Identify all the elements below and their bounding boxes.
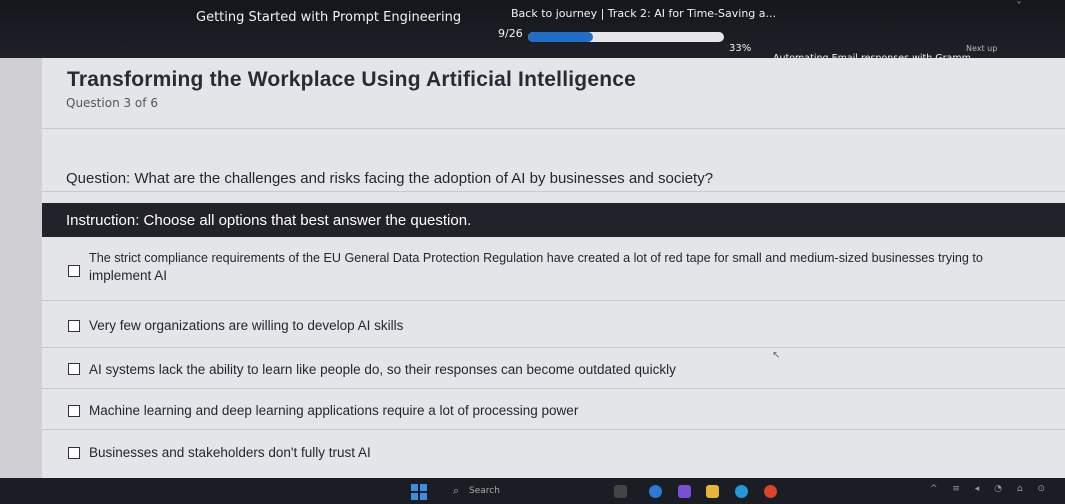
course-title[interactable]: Getting Started with Prompt Engineering xyxy=(196,10,461,25)
search-icon: ⌕ xyxy=(453,484,460,497)
instruction-banner: Instruction: Choose all options that bes… xyxy=(42,203,1065,237)
system-tray[interactable]: ^ ≡ ◂ ◔ ⌂ ⊙ xyxy=(930,484,1051,494)
option-label: AI systems lack the ability to learn lik… xyxy=(89,362,676,377)
question-text: Question: What are the challenges and ri… xyxy=(66,170,714,187)
option-label: Businesses and stakeholders don't fully … xyxy=(89,445,371,460)
app-icon[interactable] xyxy=(678,485,691,498)
option-checkbox[interactable] xyxy=(68,447,80,459)
option-checkbox[interactable] xyxy=(68,363,80,375)
answer-option[interactable]: Very few organizations are willing to de… xyxy=(42,301,1065,348)
option-checkbox[interactable] xyxy=(68,265,80,277)
option-label: Machine learning and deep learning appli… xyxy=(89,403,579,418)
answer-option[interactable]: Machine learning and deep learning appli… xyxy=(42,389,1065,430)
file-explorer-icon[interactable] xyxy=(706,485,719,498)
edge-browser-icon[interactable] xyxy=(649,485,662,498)
answer-option[interactable]: The strict compliance requirements of th… xyxy=(42,237,1065,301)
task-view-icon[interactable] xyxy=(614,485,627,498)
progress-bar-fill xyxy=(528,32,593,42)
progress-percent: 33% xyxy=(729,43,752,54)
app-icon[interactable] xyxy=(735,485,748,498)
progress-count: 9/26 xyxy=(498,27,523,40)
taskbar-search[interactable]: ⌕ Search xyxy=(443,482,603,500)
instruction-text: Instruction: Choose all options that bes… xyxy=(66,212,472,229)
progress-bar xyxy=(528,32,724,42)
question-counter: Question 3 of 6 xyxy=(66,96,158,110)
option-checkbox[interactable] xyxy=(68,320,80,332)
chevron-down-icon[interactable]: ˇ xyxy=(1016,0,1022,14)
chrome-browser-icon[interactable] xyxy=(764,485,777,498)
taskbar: ⌕ Search ^ ≡ ◂ ◔ ⌂ ⊙ xyxy=(0,478,1065,504)
option-checkbox[interactable] xyxy=(68,405,80,417)
option-label: The strict compliance requirements of th… xyxy=(89,251,983,265)
option-label-continued: implement AI xyxy=(89,268,168,283)
quiz-content: Transforming the Workplace Using Artific… xyxy=(42,58,1065,478)
back-to-journey-link[interactable]: Back to journey | Track 2: AI for Time-S… xyxy=(511,7,776,20)
next-up-label: Next up xyxy=(966,44,998,53)
top-header-bar: Getting Started with Prompt Engineering … xyxy=(0,0,1065,69)
windows-start-icon[interactable] xyxy=(411,484,427,500)
answer-option[interactable]: AI systems lack the ability to learn lik… xyxy=(42,348,1065,389)
divider xyxy=(42,191,1065,192)
answer-option[interactable]: Businesses and stakeholders don't fully … xyxy=(42,430,1065,470)
page-title: Transforming the Workplace Using Artific… xyxy=(67,68,636,91)
divider xyxy=(42,128,1065,129)
mouse-cursor-icon: ↖ xyxy=(772,350,781,361)
search-placeholder: Search xyxy=(469,486,500,496)
option-label: Very few organizations are willing to de… xyxy=(89,318,404,333)
